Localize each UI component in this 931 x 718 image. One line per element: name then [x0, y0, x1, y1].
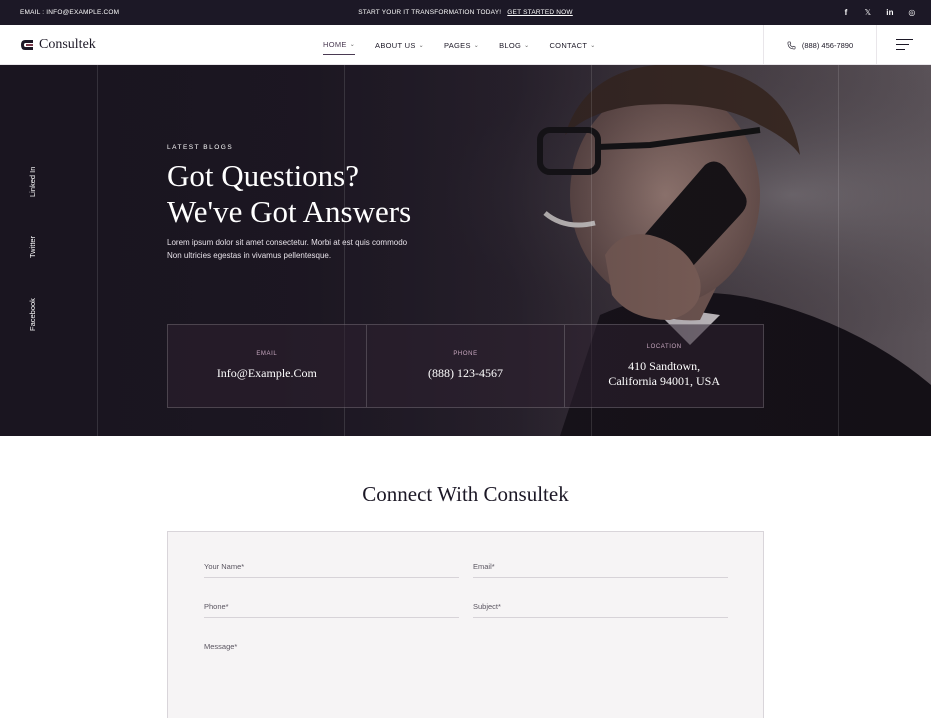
facebook-icon[interactable]: f [841, 6, 851, 18]
connect-title: Connect With Consultek [362, 482, 569, 506]
nav-menu: HOME ⌄ ABOUT US ⌄ PAGES ⌄ BLOG ⌄ CONTACT… [323, 40, 596, 55]
contact-form: Your Name* Email* Phone* Subject* Messag… [167, 531, 764, 718]
hero-title: Got Questions? We've Got Answers [167, 158, 411, 230]
subject-field-placeholder: Subject* [473, 602, 501, 611]
info-value-email[interactable]: Info@Example.Com [217, 366, 317, 381]
topbar-promo-text: START YOUR IT TRANSFORMATION TODAY! [358, 9, 502, 16]
side-link-linkedin[interactable]: Linked In [28, 167, 37, 197]
phone-field-placeholder: Phone* [204, 602, 229, 611]
nav-phone[interactable]: (888) 456-7890 [763, 25, 877, 65]
nav-item-home[interactable]: HOME ⌄ [323, 40, 356, 55]
topbar-promo: START YOUR IT TRANSFORMATION TODAY! GET … [0, 9, 931, 16]
info-label: EMAIL [256, 351, 278, 357]
side-link-twitter[interactable]: Twitter [28, 236, 37, 258]
info-box-phone: PHONE (888) 123-4567 [367, 325, 566, 407]
info-label: LOCATION [646, 343, 682, 350]
info-box-email: EMAIL Info@Example.Com [168, 325, 367, 407]
name-field-placeholder: Your Name* [204, 562, 245, 571]
chevron-down-icon: ⌄ [349, 42, 356, 48]
message-field[interactable]: Message* [204, 636, 728, 716]
hero-title-line-1: Got Questions? [167, 158, 360, 193]
divider [97, 65, 98, 436]
hero-description: Lorem ipsum dolor sit amet consectetur. … [167, 238, 408, 260]
email-field-placeholder: Email* [473, 562, 495, 571]
main-nav: Consultek HOME ⌄ ABOUT US ⌄ PAGES ⌄ BLOG… [0, 25, 931, 65]
hero-kicker: LATEST BLOGS [167, 144, 234, 151]
nav-item-blog[interactable]: BLOG ⌄ [499, 40, 529, 55]
logo[interactable]: Consultek [20, 37, 96, 53]
nav-item-about-us[interactable]: ABOUT US ⌄ [375, 40, 424, 55]
menu-icon[interactable] [896, 39, 913, 51]
phone-icon [787, 41, 796, 49]
hero-title-line-2: We've Got Answers [167, 194, 412, 229]
info-label: PHONE [453, 351, 478, 357]
subject-field[interactable]: Subject* [473, 596, 728, 618]
chevron-down-icon: ⌄ [590, 42, 596, 49]
message-field-placeholder: Message* [204, 642, 238, 651]
name-field[interactable]: Your Name* [204, 556, 459, 578]
logo-icon [21, 40, 33, 50]
phone-field[interactable]: Phone* [204, 596, 459, 618]
divider [838, 65, 839, 436]
get-started-link[interactable]: GET STARTED NOW [507, 9, 572, 16]
nav-phone-number: (888) 456-7890 [801, 40, 854, 50]
email-field[interactable]: Email* [473, 556, 728, 578]
linkedin-icon[interactable]: in [885, 6, 895, 18]
side-link-facebook[interactable]: Facebook [28, 298, 37, 331]
nav-item-label: ABOUT US [375, 40, 416, 50]
logo-text: Consultek [39, 37, 96, 52]
nav-item-pages[interactable]: PAGES ⌄ [444, 40, 479, 55]
instagram-icon[interactable]: ◎ [907, 6, 917, 18]
info-box-location: LOCATION 410 Sandtown, California 94001,… [565, 325, 763, 407]
chevron-down-icon: ⌄ [524, 42, 530, 49]
nav-item-contact[interactable]: CONTACT ⌄ [549, 40, 595, 55]
chevron-down-icon: ⌄ [418, 42, 424, 49]
chevron-down-icon: ⌄ [473, 42, 480, 49]
nav-item-label: HOME [323, 40, 347, 49]
hero-section: Linked In Twitter Facebook LATEST BLOGS … [0, 65, 931, 436]
info-value-location-line-2: California 94001, USA [608, 373, 720, 388]
top-bar: EMAIL : INFO@EXAMPLE.COM START YOUR IT T… [0, 0, 931, 25]
nav-item-label: PAGES [443, 40, 471, 50]
nav-item-label: CONTACT [549, 40, 588, 50]
contact-info-boxes: EMAIL Info@Example.Com PHONE (888) 123-4… [167, 324, 764, 408]
topbar-social: f 𝕏 in ◎ [841, 6, 917, 18]
info-value-phone[interactable]: (888) 123-4567 [428, 366, 503, 381]
nav-item-label: BLOG [499, 40, 522, 50]
info-value-location-line-1: 410 Sandtown, [628, 358, 701, 373]
x-twitter-icon[interactable]: 𝕏 [863, 6, 873, 18]
